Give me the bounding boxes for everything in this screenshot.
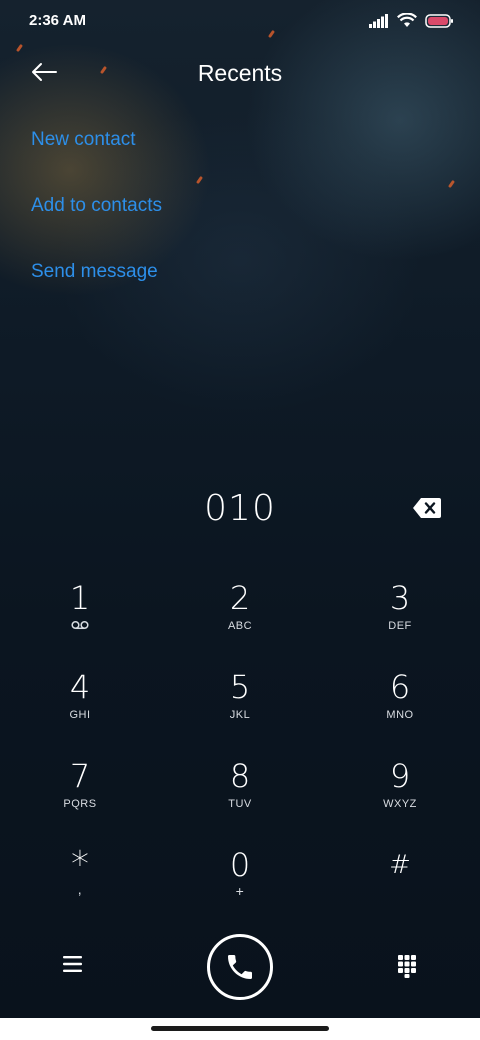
new-contact-link[interactable]: New contact <box>31 129 136 151</box>
key-5[interactable]: 5 JKL <box>180 667 300 747</box>
battery-icon <box>425 13 453 28</box>
key-digit: 9 <box>389 757 411 795</box>
key-6[interactable]: 6 MNO <box>340 667 460 747</box>
key-letters: MNO <box>386 709 414 721</box>
key-digit: 1 <box>69 579 91 617</box>
wifi-icon <box>397 13 417 27</box>
page-title: Recents <box>197 60 283 86</box>
key-1[interactable]: 1 <box>20 578 140 658</box>
dialpad-button[interactable] <box>397 954 417 978</box>
key-letters: WXYZ <box>383 798 417 810</box>
key-letters <box>340 887 460 901</box>
key-4[interactable]: 4 GHI <box>20 667 140 747</box>
key-digit: 0 <box>229 846 251 884</box>
backspace-icon <box>413 498 441 518</box>
dialpad-icon <box>398 955 416 978</box>
key-digit: 6 <box>389 668 411 706</box>
key-hash[interactable]: # <box>340 845 460 925</box>
signal-icon <box>369 13 388 28</box>
home-indicator[interactable] <box>151 1026 329 1031</box>
call-button[interactable] <box>207 934 273 1000</box>
key-letters: GHI <box>69 709 91 721</box>
key-letters: PQRS <box>63 798 97 810</box>
key-7[interactable]: 7 PQRS <box>20 756 140 836</box>
system-nav-bar <box>0 1018 480 1040</box>
status-icons <box>369 13 453 28</box>
menu-button[interactable] <box>62 954 84 974</box>
menu-icon <box>63 956 82 972</box>
key-digit: 4 <box>69 668 91 706</box>
key-0[interactable]: 0 + <box>180 845 300 925</box>
key-digit: 5 <box>229 668 251 706</box>
key-letters: JKL <box>229 709 251 721</box>
key-digit: * <box>71 844 89 885</box>
key-letters: , <box>77 881 83 897</box>
key-digit: 8 <box>229 757 251 795</box>
bottom-action-bar <box>0 932 480 1002</box>
key-letters: ABC <box>227 620 253 632</box>
voicemail-icon <box>20 620 140 634</box>
key-3[interactable]: 3 DEF <box>340 578 460 658</box>
add-to-contacts-link[interactable]: Add to contacts <box>31 195 162 217</box>
key-digit: 7 <box>69 757 91 795</box>
key-letters: TUV <box>228 798 252 810</box>
key-digit: 2 <box>229 579 251 617</box>
key-2[interactable]: 2 ABC <box>180 578 300 658</box>
key-letters: DEF <box>388 620 412 632</box>
phone-icon <box>228 955 252 979</box>
key-digit: 3 <box>389 579 411 617</box>
key-letters: + <box>235 883 245 899</box>
status-bar: 2:36 AM <box>0 0 480 44</box>
key-digit: # <box>389 850 411 880</box>
key-9[interactable]: 9 WXYZ <box>340 756 460 836</box>
status-time: 2:36 AM <box>29 12 86 29</box>
dialed-number[interactable]: 010 <box>0 488 480 529</box>
key-star[interactable]: * , <box>20 845 140 925</box>
send-message-link[interactable]: Send message <box>31 261 158 283</box>
backspace-button[interactable] <box>412 497 442 519</box>
header: Recents <box>0 52 480 96</box>
key-8[interactable]: 8 TUV <box>180 756 300 836</box>
